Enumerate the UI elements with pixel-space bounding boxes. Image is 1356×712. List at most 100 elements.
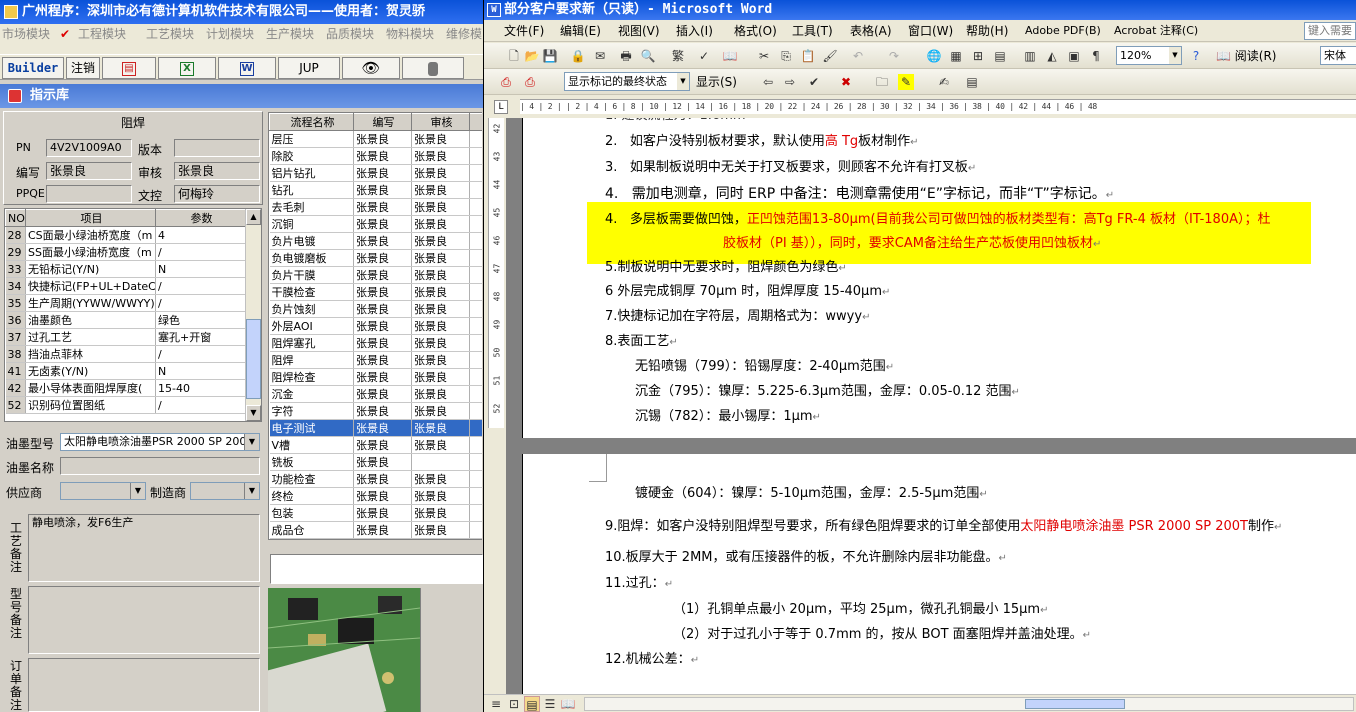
cut-icon[interactable]: ✂ bbox=[756, 48, 772, 64]
flow-writer[interactable]: 张景良 bbox=[353, 181, 412, 199]
flow-checker[interactable]: 张景良 bbox=[411, 147, 470, 165]
chevron-down-icon[interactable]: ▼ bbox=[244, 434, 259, 450]
table-row[interactable]: 外层AOI 张景良 张景良 bbox=[269, 317, 482, 335]
table-row[interactable]: 功能检查 张景良 张景良 bbox=[269, 470, 482, 488]
menu-tools[interactable]: 工具(T) bbox=[792, 20, 833, 42]
open-icon[interactable]: 📂 bbox=[524, 48, 540, 64]
flow-writer[interactable]: 张景良 bbox=[353, 215, 412, 233]
flow-name[interactable]: 沉金 bbox=[269, 385, 354, 403]
table-row[interactable]: 除胶 张景良 张景良 bbox=[269, 147, 482, 165]
reject-change-icon[interactable]: ✖ bbox=[838, 74, 854, 90]
flow-checker[interactable]: 张景良 bbox=[411, 130, 470, 148]
table-row[interactable]: V槽 张景良 张景良 bbox=[269, 436, 482, 454]
flow-checker[interactable]: 张景良 bbox=[411, 419, 470, 437]
row-param[interactable]: / bbox=[155, 277, 246, 295]
flow-writer[interactable]: 张景良 bbox=[353, 453, 412, 471]
flow-name[interactable]: 去毛刺 bbox=[269, 198, 354, 216]
flow-writer[interactable]: 张景良 bbox=[353, 470, 412, 488]
columns-icon[interactable]: ▥ bbox=[1022, 48, 1038, 64]
row-no[interactable]: 35 bbox=[5, 294, 26, 312]
flow-name[interactable]: 钻孔 bbox=[269, 181, 354, 199]
flow-writer[interactable]: 张景良 bbox=[353, 402, 412, 420]
params-scrollbar[interactable]: ▲ ▼ bbox=[245, 209, 261, 421]
flow-writer[interactable]: 张景良 bbox=[353, 130, 412, 148]
menu-format[interactable]: 格式(O) bbox=[734, 20, 777, 42]
jup-button[interactable]: JUP bbox=[278, 57, 340, 79]
row-param[interactable]: / bbox=[155, 294, 246, 312]
ink-name-field[interactable] bbox=[60, 457, 260, 475]
flow-writer[interactable]: 张景良 bbox=[353, 334, 412, 352]
flow-checker[interactable]: 张景良 bbox=[411, 283, 470, 301]
flow-note-field[interactable] bbox=[270, 554, 483, 584]
horizontal-scrollbar[interactable] bbox=[584, 697, 1354, 711]
row-item[interactable]: 生产周期(YYWW/WWYY) bbox=[25, 294, 156, 312]
menu-view[interactable]: 视图(V) bbox=[618, 20, 660, 42]
chevron-down-icon[interactable]: ▼ bbox=[677, 73, 689, 90]
help-search-box[interactable]: 键入需要 bbox=[1304, 22, 1356, 40]
row-item[interactable]: 最小导体表面阻焊厚度( bbox=[25, 379, 156, 397]
flow-checker[interactable]: 张景良 bbox=[411, 487, 470, 505]
row-param[interactable]: 4 bbox=[155, 226, 246, 244]
ppqe-field[interactable] bbox=[46, 185, 132, 203]
scroll-up-arrow[interactable]: ▲ bbox=[246, 209, 261, 225]
col-header-writer[interactable]: 编写 bbox=[353, 113, 412, 131]
menu-table[interactable]: 表格(A) bbox=[850, 20, 892, 42]
scroll-thumb[interactable] bbox=[246, 319, 261, 399]
menu-engineering[interactable]: 工程模块 bbox=[78, 24, 126, 44]
row-no[interactable]: 34 bbox=[5, 277, 26, 295]
next-change-icon[interactable]: ⇨ bbox=[782, 74, 798, 90]
chevron-down-icon[interactable]: ▼ bbox=[244, 483, 259, 499]
model-note-field[interactable] bbox=[28, 586, 260, 654]
flow-writer[interactable]: 张景良 bbox=[353, 317, 412, 335]
table-row[interactable]: 阻焊 张景良 张景良 bbox=[269, 351, 482, 369]
flow-checker[interactable]: 张景良 bbox=[411, 470, 470, 488]
flow-checker[interactable]: 张景良 bbox=[411, 385, 470, 403]
menu-insert[interactable]: 插入(I) bbox=[676, 20, 713, 42]
flow-name[interactable]: 终检 bbox=[269, 487, 354, 505]
ruler-scale[interactable]: | 4 | 2 | | 2 | 4 | 6 | 8 | 10 | 12 | 14… bbox=[520, 99, 1356, 114]
ink-model-select[interactable]: 太阳静电喷涂油墨PSR 2000 SP 200 ▼ bbox=[60, 433, 260, 451]
version-field[interactable] bbox=[174, 139, 260, 157]
table-row[interactable]: 36 油墨颜色 绿色 bbox=[5, 311, 246, 329]
flow-name[interactable]: V槽 bbox=[269, 436, 354, 454]
flow-writer[interactable]: 张景良 bbox=[353, 300, 412, 318]
save-icon[interactable]: 💾 bbox=[542, 48, 558, 64]
flow-name[interactable]: 阻焊塞孔 bbox=[269, 334, 354, 352]
table-row[interactable]: 阻焊检查 张景良 张景良 bbox=[269, 368, 482, 386]
table-row[interactable]: 包装 张景良 张景良 bbox=[269, 504, 482, 522]
spelling-icon[interactable]: ✓ bbox=[696, 48, 712, 64]
flow-name[interactable]: 负片蚀刻 bbox=[269, 300, 354, 318]
table-row[interactable]: 干膜检查 张景良 张景良 bbox=[269, 283, 482, 301]
menu-process[interactable]: 工艺模块 bbox=[146, 24, 194, 44]
mail-icon[interactable]: ✉ bbox=[592, 48, 608, 64]
redo-icon[interactable]: ↷ bbox=[886, 48, 902, 64]
flow-checker[interactable]: 张景良 bbox=[411, 334, 470, 352]
flow-name[interactable]: 成品仓 bbox=[269, 521, 354, 539]
highlight-icon[interactable]: ✎ bbox=[898, 74, 914, 90]
document-area[interactable]: 1. 建议流程为：1.6mm 2. 如客户没特别板材要求，默认使用高 Tg板材制… bbox=[506, 118, 1356, 694]
flow-writer[interactable]: 张景良 bbox=[353, 436, 412, 454]
table-row[interactable]: 37 过孔工艺 塞孔+开窗 bbox=[5, 328, 246, 346]
table-row[interactable]: 层压 张景良 张景良 bbox=[269, 130, 482, 148]
flow-writer[interactable]: 张景良 bbox=[353, 232, 412, 250]
row-no[interactable]: 29 bbox=[5, 243, 26, 261]
row-param[interactable]: / bbox=[155, 396, 246, 414]
flow-name[interactable]: 除胶 bbox=[269, 147, 354, 165]
table-row[interactable]: 电子测试 张景良 张景良 bbox=[269, 419, 482, 437]
reviewer-field[interactable]: 张景良 bbox=[174, 162, 260, 180]
flow-checker[interactable]: 张景良 bbox=[411, 266, 470, 284]
menu-market[interactable]: 市场模块 bbox=[2, 24, 50, 44]
params-grid[interactable]: NO 项目 参数 28 CS面最小绿油桥宽度（m 4 29 SS面最小绿油桥宽度（m/3… bbox=[4, 208, 262, 422]
help-icon[interactable]: ? bbox=[1188, 48, 1204, 64]
table-row[interactable]: 负片电镀 张景良 张景良 bbox=[269, 232, 482, 250]
table-row[interactable]: 沉铜 张景良 张景良 bbox=[269, 215, 482, 233]
builder-button[interactable]: Builder bbox=[2, 57, 64, 79]
row-item[interactable]: 无铅标记(Y/N) bbox=[25, 260, 156, 278]
accept-change-icon[interactable]: ✔ bbox=[806, 74, 822, 90]
menu-acrobat-comment[interactable]: Acrobat 注释(C) bbox=[1114, 20, 1198, 42]
menu-help[interactable]: 帮助(H) bbox=[966, 20, 1008, 42]
flow-name[interactable]: 负片干膜 bbox=[269, 266, 354, 284]
font-select[interactable]: 宋体 bbox=[1320, 46, 1356, 65]
row-item[interactable]: SS面最小绿油桥宽度（m bbox=[25, 243, 156, 261]
drawing-icon[interactable]: ◭ bbox=[1044, 48, 1060, 64]
